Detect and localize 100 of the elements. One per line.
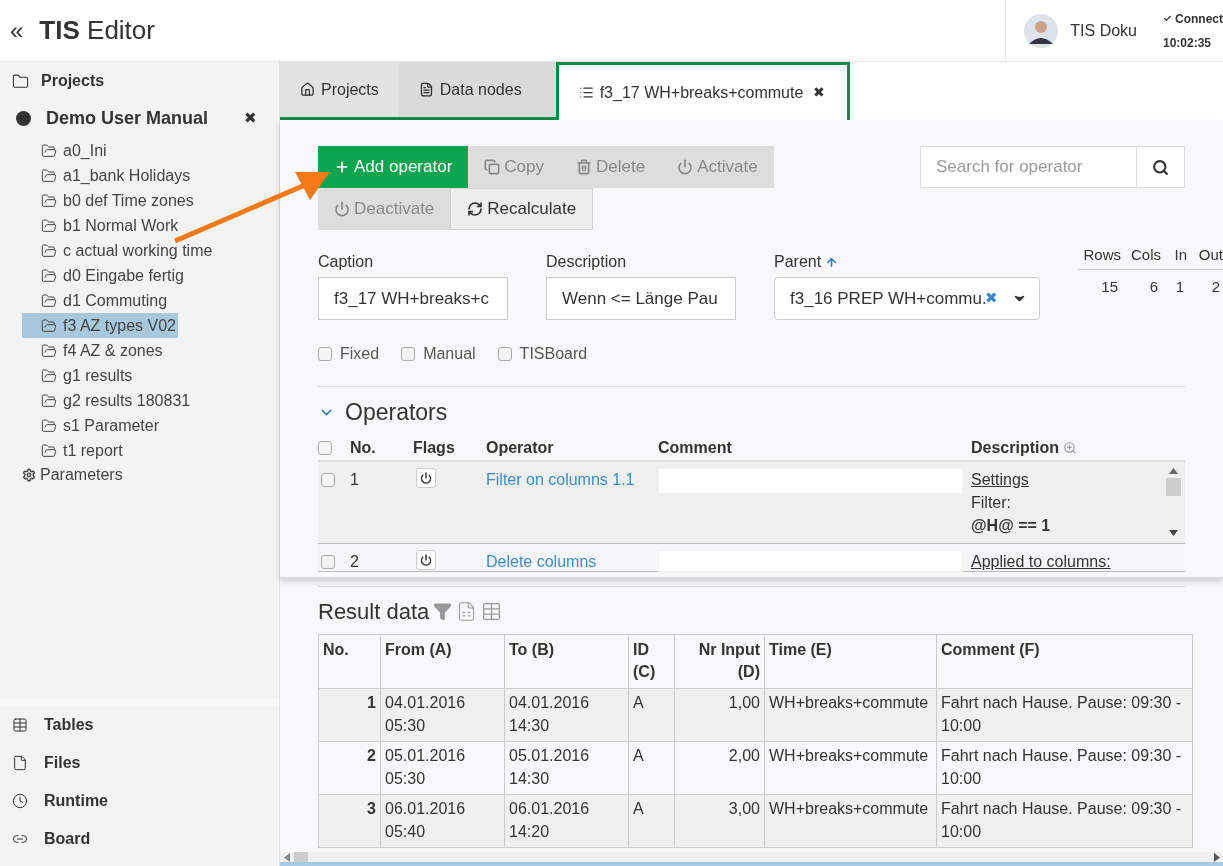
section-title: Operators xyxy=(345,398,448,427)
checkbox[interactable] xyxy=(497,347,512,361)
folder-item[interactable]: s1 Parameter xyxy=(22,413,162,438)
tab[interactable]: f3_17 WH+breaks+commute ✖ xyxy=(555,62,851,120)
checkbox[interactable] xyxy=(401,347,416,361)
operator-row[interactable]: 1 Filter on columns 1.1 Settings Filter: @H@ == 1 xyxy=(318,461,1185,544)
scroll-thumb[interactable] xyxy=(1165,477,1181,496)
search-button[interactable] xyxy=(1137,146,1185,188)
filter-icon[interactable] xyxy=(433,602,453,621)
search-field[interactable]: Search for operator xyxy=(920,146,1137,188)
folder-item[interactable]: d1 Commuting xyxy=(22,288,170,313)
table-cell: 1,00 xyxy=(674,688,765,742)
power-icon xyxy=(420,553,432,566)
nav-item[interactable]: Runtime xyxy=(0,782,279,820)
folder-item[interactable]: b1 Normal Work xyxy=(22,213,181,238)
file-icon xyxy=(418,82,434,97)
avatar xyxy=(1024,13,1059,48)
scroll-thumb[interactable] xyxy=(294,852,308,862)
checkbox[interactable] xyxy=(321,554,335,569)
table-cell: WH+breaks+commute xyxy=(764,688,937,742)
folder-item[interactable]: g1 results xyxy=(22,363,135,388)
folder-item[interactable]: b0 def Time zones xyxy=(22,188,196,213)
check-icon xyxy=(1163,13,1172,24)
scroll-left-icon[interactable] xyxy=(284,852,290,862)
clock-icon xyxy=(12,793,28,809)
text-field[interactable]: Wenn <= Länge Pau xyxy=(546,277,736,320)
table-cell: A xyxy=(628,688,675,742)
scroll-down-icon[interactable] xyxy=(1168,529,1178,536)
folder-icon xyxy=(12,72,29,90)
table-cell: 2 xyxy=(318,741,381,795)
table-cell: 06.01.2016 14:20 xyxy=(504,794,629,848)
project-name[interactable]: Demo User Manual xyxy=(46,104,244,132)
checkbox[interactable] xyxy=(321,472,335,487)
column-header: No. xyxy=(318,634,381,689)
checkbox[interactable] xyxy=(318,347,332,361)
select-all-checkbox[interactable] xyxy=(318,440,332,455)
folder-item[interactable]: a1_bank Holidays xyxy=(22,163,193,188)
table-cell: WH+breaks+commute xyxy=(764,741,937,795)
toolbar-button[interactable]: Recalculate xyxy=(450,188,594,230)
stat-value: 15 xyxy=(1100,276,1119,297)
folder-icon xyxy=(41,292,57,309)
search-icon xyxy=(1152,158,1169,176)
column-header: ID (C) xyxy=(628,634,675,689)
clock-time: 10:02:35 xyxy=(1163,34,1213,52)
projects-heading[interactable]: Projects xyxy=(41,69,105,93)
checkbox-label: Manual xyxy=(423,344,476,364)
nav-item[interactable]: Tables xyxy=(0,706,279,744)
table-cell: A xyxy=(628,794,675,848)
column-header: Flags xyxy=(412,437,456,458)
close-icon[interactable]: ✖ xyxy=(244,106,257,130)
checkbox-label: TISBoard xyxy=(519,344,588,364)
connection-status: Connect xyxy=(1163,9,1223,28)
folder-icon xyxy=(41,367,57,384)
table-cell: Fahrt nach Hause. Pause: 09:30 - 10:00 xyxy=(936,688,1193,742)
checkbox-label: Fixed xyxy=(340,344,380,364)
app-title: TIS Editor xyxy=(39,14,155,47)
nav-item[interactable]: Board xyxy=(0,820,279,858)
folder-item[interactable]: d0 Eingabe fertig xyxy=(22,263,186,288)
column-header: No. xyxy=(350,437,377,458)
folder-item[interactable]: a0_Ini xyxy=(22,138,109,163)
parent-select[interactable]: f3_16 PREP WH+commu.✖ xyxy=(774,277,1040,320)
folder-item[interactable]: t1 report xyxy=(22,438,125,463)
horizontal-scrollbar[interactable] xyxy=(280,852,1223,866)
scroll-up-icon[interactable] xyxy=(1168,467,1178,474)
close-icon[interactable]: ✖ xyxy=(813,82,826,103)
folder-icon xyxy=(41,417,57,434)
stat-value: 6 xyxy=(1148,276,1159,297)
text-field[interactable]: f3_17 WH+breaks+c xyxy=(318,277,508,320)
scroll-right-icon[interactable] xyxy=(1214,852,1220,862)
power-icon xyxy=(420,471,432,484)
description-line: @H@ == 1 xyxy=(971,515,1052,536)
folder-icon xyxy=(41,192,57,209)
stat-header: Out xyxy=(1192,244,1223,270)
scrollbar[interactable] xyxy=(1165,467,1181,536)
table-icon xyxy=(12,717,28,733)
folder-icon xyxy=(41,392,57,409)
tab[interactable]: Data nodes xyxy=(398,62,556,120)
table-cell: A xyxy=(628,741,675,795)
field-label: Parent xyxy=(774,252,822,272)
column-header: From (A) xyxy=(380,634,505,689)
folder-item[interactable]: f4 AZ & zones xyxy=(22,338,165,363)
collapse-button[interactable]: « xyxy=(10,12,24,49)
folder-icon xyxy=(41,167,57,184)
parameters-item[interactable]: Parameters xyxy=(40,463,123,487)
table-icon[interactable] xyxy=(481,601,503,622)
user-name: TIS Doku xyxy=(1070,20,1137,41)
column-header: Comment (F) xyxy=(936,634,1193,689)
table-cell: 05.01.2016 05:30 xyxy=(380,741,505,795)
folder-item[interactable]: g2 results 180831 xyxy=(22,388,193,413)
folder-item[interactable]: f3 AZ types V02 xyxy=(22,313,178,338)
comment-field[interactable] xyxy=(658,549,963,572)
file-icon xyxy=(12,755,28,771)
tab[interactable]: Projects xyxy=(280,62,399,120)
power-button[interactable] xyxy=(416,467,436,488)
folder-item[interactable]: c actual working time xyxy=(22,238,215,263)
power-button[interactable] xyxy=(416,549,436,570)
clear-icon[interactable]: ✖ xyxy=(984,287,998,310)
trash-icon xyxy=(576,159,592,175)
description-line: Applied to columns: xyxy=(971,551,1112,572)
nav-item[interactable]: Files xyxy=(0,744,279,782)
